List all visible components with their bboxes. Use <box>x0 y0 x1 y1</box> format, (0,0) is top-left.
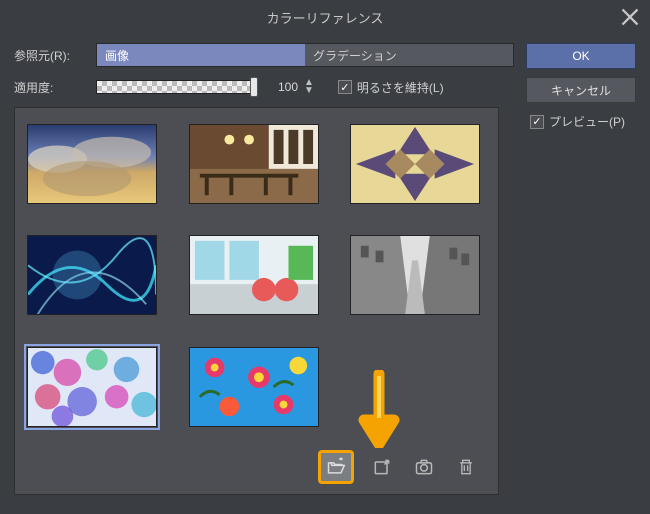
export-icon <box>372 457 392 477</box>
thumbs-toolbar <box>27 442 486 486</box>
preview-checkbox[interactable]: ✓ プレビュー(P) <box>526 113 636 130</box>
preview-label: プレビュー(P) <box>549 113 625 130</box>
check-icon: ✓ <box>530 115 544 129</box>
titlebar: カラーリファレンス <box>0 0 650 35</box>
cancel-button[interactable]: キャンセル <box>526 77 636 103</box>
trash-icon <box>456 457 476 477</box>
thumb-interior[interactable] <box>189 235 319 315</box>
thumb-bokeh[interactable] <box>27 347 157 427</box>
thumbnails-grid <box>27 124 486 442</box>
main-panel: 参照元(R): 画像 グラデーション 適用度: ▲▼ ✓ 明るさを維持(L) <box>14 43 514 495</box>
tab-image[interactable]: 画像 <box>97 44 305 66</box>
open-folder-icon <box>326 457 346 477</box>
thumb-energy[interactable] <box>27 235 157 315</box>
close-icon <box>618 5 642 29</box>
thumb-floral[interactable] <box>189 347 319 427</box>
open-folder-button[interactable] <box>318 450 354 484</box>
export-button[interactable] <box>368 454 396 480</box>
dialog-title: カラーリファレンス <box>267 8 384 27</box>
close-button[interactable] <box>618 5 642 29</box>
tab-gradation[interactable]: グラデーション <box>305 44 513 66</box>
thumb-cafe[interactable] <box>189 124 319 204</box>
thumb-street[interactable] <box>350 235 480 315</box>
keep-brightness-label: 明るさを維持(L) <box>357 79 444 96</box>
keep-brightness-checkbox[interactable]: ✓ 明るさを維持(L) <box>338 79 444 96</box>
thumbnails-panel <box>14 107 499 495</box>
apply-slider[interactable] <box>96 80 256 94</box>
delete-button[interactable] <box>452 454 480 480</box>
sidebar: OK キャンセル ✓ プレビュー(P) <box>526 43 636 495</box>
ok-button[interactable]: OK <box>526 43 636 69</box>
check-icon: ✓ <box>338 80 352 94</box>
camera-icon <box>414 457 434 477</box>
slider-thumb[interactable] <box>250 77 258 97</box>
apply-value-input[interactable] <box>262 77 302 97</box>
camera-button[interactable] <box>410 454 438 480</box>
apply-stepper[interactable]: ▲▼ <box>304 79 314 95</box>
source-segmented: 画像 グラデーション <box>96 43 514 67</box>
thumb-kaleidoscope[interactable] <box>350 124 480 204</box>
source-label: 参照元(R): <box>14 47 96 64</box>
thumb-clouds[interactable] <box>27 124 157 204</box>
apply-label: 適用度: <box>14 79 96 96</box>
